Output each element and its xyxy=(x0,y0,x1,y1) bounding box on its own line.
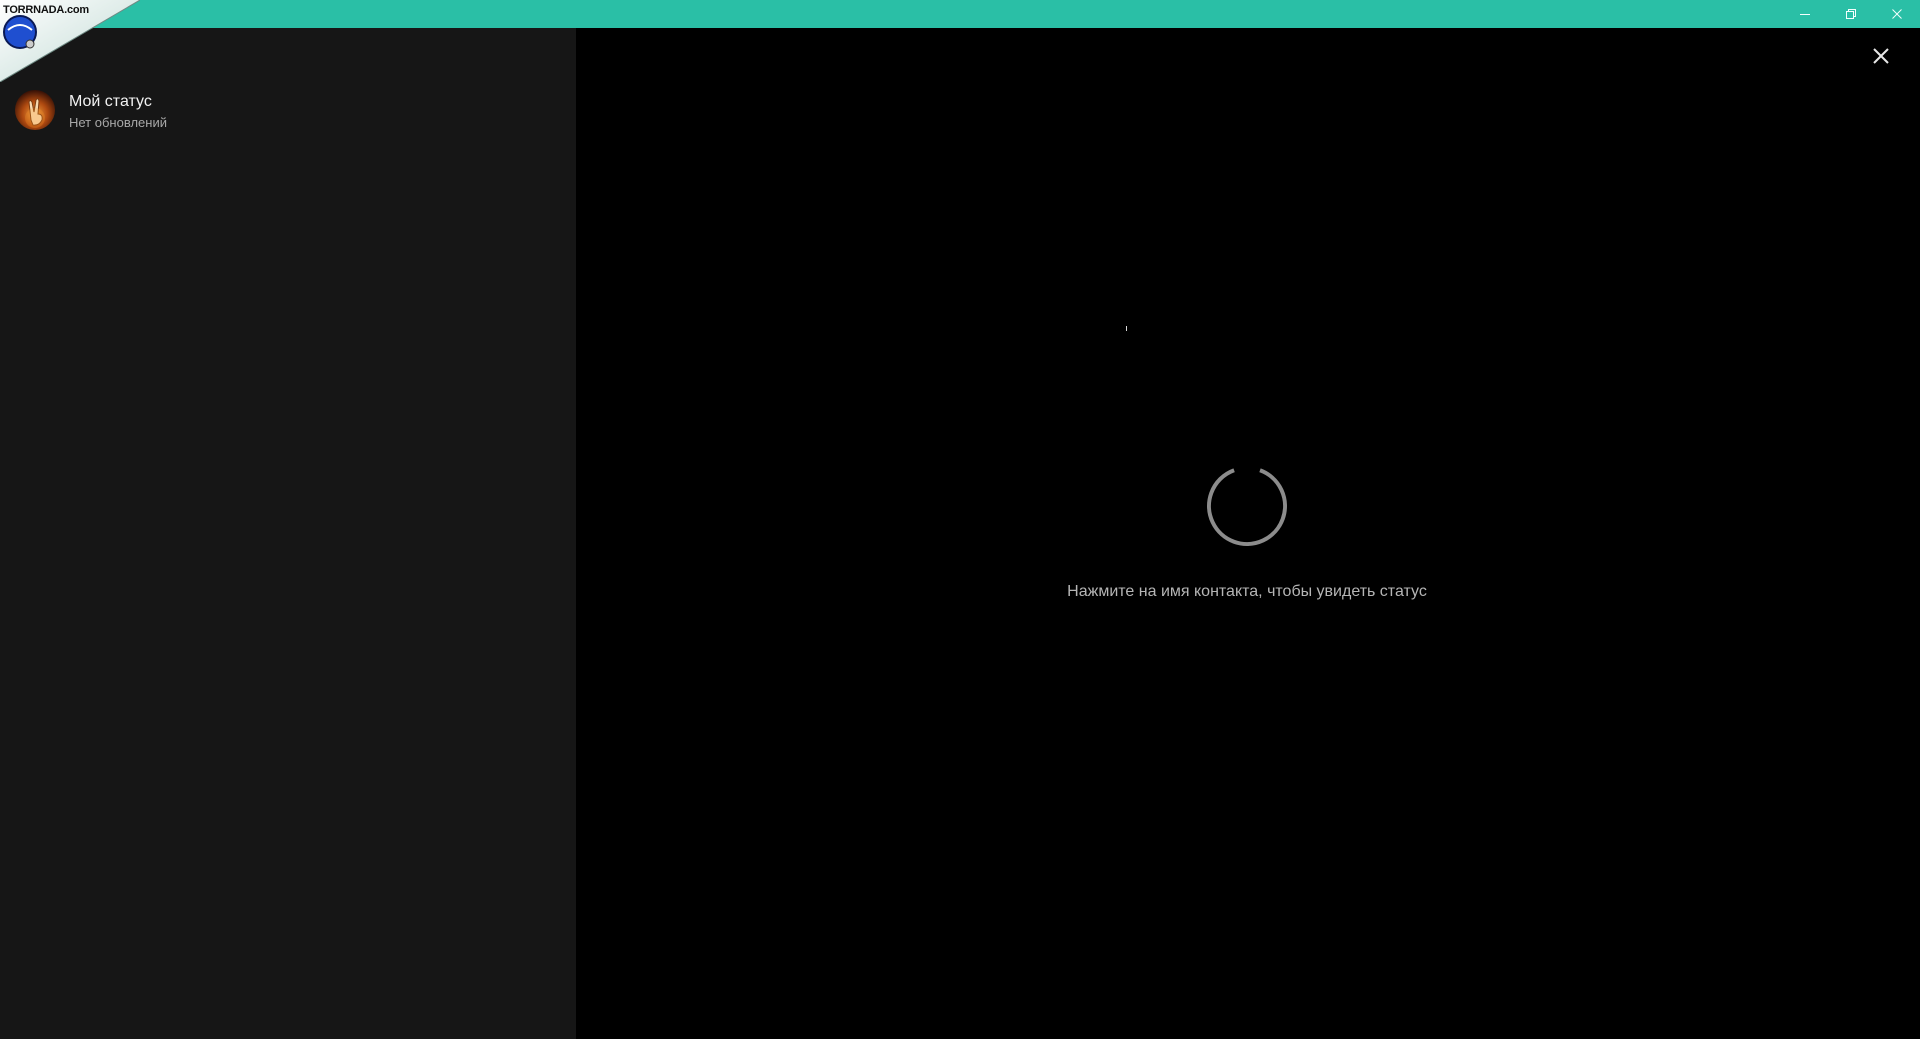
status-hint-text: Нажмите на имя контакта, чтобы увидеть с… xyxy=(1067,583,1427,600)
my-status-subtitle: Нет обновлений xyxy=(69,115,167,130)
title-bar xyxy=(0,0,1920,28)
my-status-title: Мой статус xyxy=(69,93,152,110)
close-icon xyxy=(1873,48,1889,64)
watermark-logo: TORRNADA.com xyxy=(0,0,140,82)
cursor-mark xyxy=(1126,326,1127,331)
loading-spinner-icon xyxy=(1207,466,1287,546)
window-close-button[interactable] xyxy=(1874,0,1920,28)
minimize-icon xyxy=(1800,14,1810,15)
watermark-text: TORRNADA.com xyxy=(3,4,90,16)
close-icon xyxy=(1892,9,1902,19)
avatar xyxy=(15,90,55,130)
loading-spinner xyxy=(1206,465,1288,547)
window-controls xyxy=(1782,0,1920,28)
status-sidebar: Мой статус Нет обновлений xyxy=(0,28,576,1039)
peace-hand-avatar-icon xyxy=(25,98,45,128)
restore-icon xyxy=(1846,9,1856,19)
close-status-button[interactable] xyxy=(1869,44,1893,68)
restore-button[interactable] xyxy=(1828,0,1874,28)
my-status-item[interactable]: Мой статус Нет обновлений xyxy=(0,80,576,140)
minimize-button[interactable] xyxy=(1782,0,1828,28)
